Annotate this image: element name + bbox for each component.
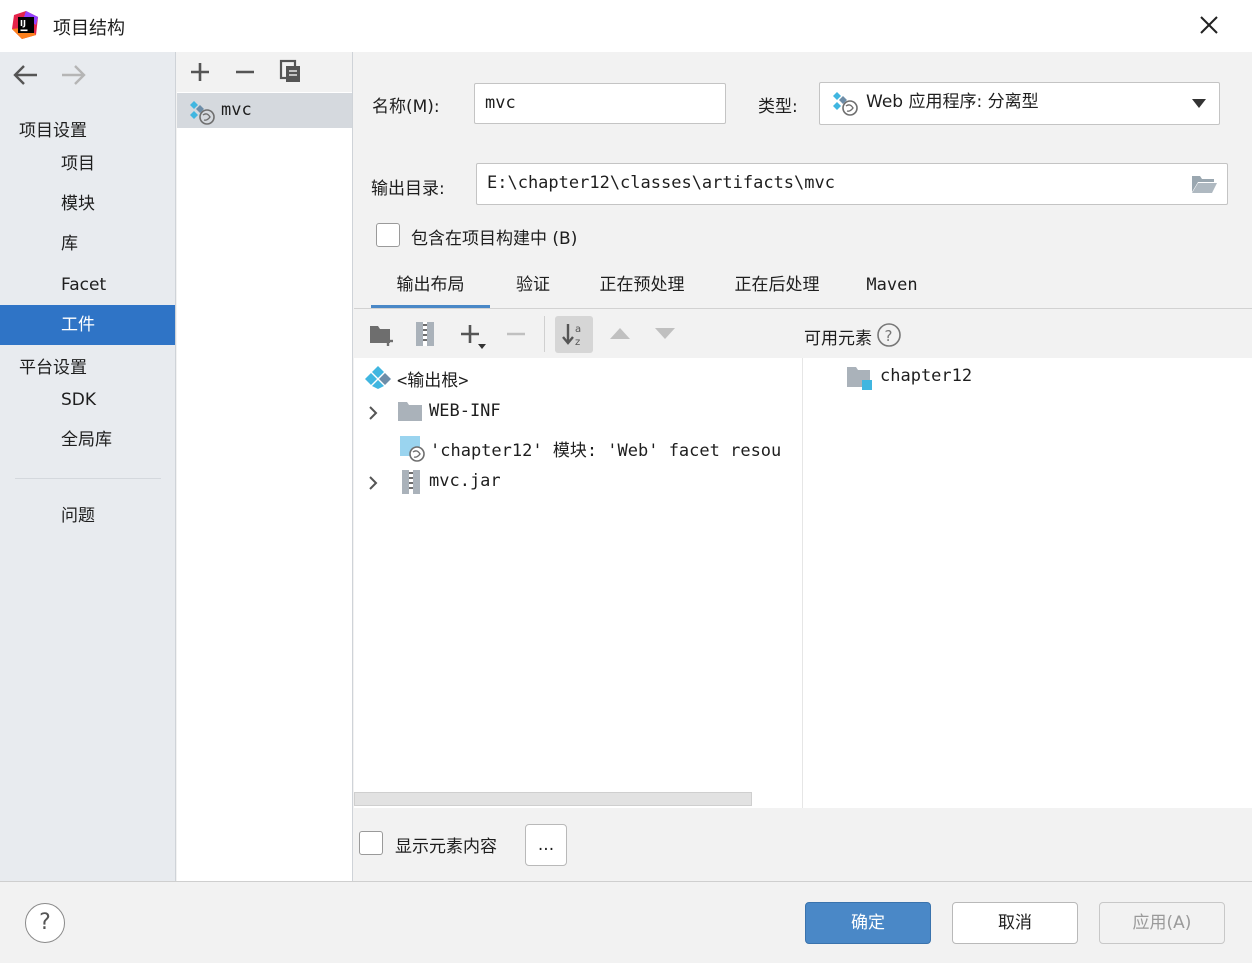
tab-validation[interactable]: 验证 bbox=[504, 265, 562, 309]
artifact-name: mvc bbox=[221, 100, 252, 120]
available-item-module[interactable]: chapter12 bbox=[803, 360, 1252, 395]
intellij-app-icon: IJ bbox=[12, 11, 38, 39]
name-input[interactable]: mvc bbox=[474, 83, 726, 124]
chevron-down-icon bbox=[1192, 99, 1206, 108]
tab-post-processing[interactable]: 正在后处理 bbox=[725, 265, 829, 309]
add-copy-dropdown-icon[interactable] bbox=[458, 322, 490, 352]
close-icon[interactable] bbox=[1192, 8, 1226, 42]
output-root-icon bbox=[365, 366, 391, 389]
artifact-detail-panel: 名称(M): mvc 类型: Web 应用程序: 分离型 输出目录: E:\ch… bbox=[354, 52, 1252, 881]
nav-section-project-settings: 项目设置 bbox=[19, 121, 87, 141]
create-archive-icon[interactable] bbox=[412, 320, 438, 348]
chevron-right-icon[interactable] bbox=[366, 475, 380, 491]
nav-item-global-libraries[interactable]: 全局库 bbox=[0, 420, 175, 460]
artifact-list-panel: mvc bbox=[177, 52, 353, 881]
folder-browse-icon[interactable] bbox=[1190, 172, 1218, 196]
show-content-checkbox[interactable] bbox=[359, 831, 383, 855]
web-artifact-icon bbox=[833, 92, 858, 116]
output-layout-tree: <输出根> WEB-INF 'chapter12' 模块: 'Web' face… bbox=[354, 358, 802, 808]
jar-archive-icon bbox=[402, 470, 420, 494]
tab-output-layout[interactable]: 输出布局 bbox=[371, 265, 490, 309]
sort-alphabetically-button[interactable]: a z bbox=[555, 316, 593, 353]
tree-label: <输出根> bbox=[397, 371, 469, 391]
tree-label: 'chapter12' 模块: 'Web' facet resou bbox=[430, 441, 782, 461]
folder-icon bbox=[398, 402, 422, 421]
nav-separator bbox=[15, 478, 161, 479]
settings-nav: 项目设置 项目 模块 库 Facet 工件 平台设置 SDK 全局库 问题 bbox=[0, 52, 176, 881]
tab-pre-processing[interactable]: 正在预处理 bbox=[590, 265, 694, 309]
add-icon[interactable] bbox=[187, 59, 213, 85]
tree-row-mvc-jar[interactable]: mvc.jar bbox=[354, 465, 802, 500]
nav-item-artifacts[interactable]: 工件 bbox=[0, 305, 175, 345]
move-down-icon[interactable] bbox=[653, 324, 677, 342]
help-button[interactable]: ? bbox=[25, 903, 65, 943]
dialog-button-bar: ? 确定 取消 应用(A) bbox=[0, 881, 1252, 963]
move-up-icon[interactable] bbox=[608, 324, 632, 342]
tree-label: mvc.jar bbox=[429, 471, 501, 491]
show-content-label: 显示元素内容 bbox=[395, 837, 497, 857]
include-in-build-checkbox[interactable] bbox=[376, 223, 400, 247]
svg-text:a: a bbox=[575, 324, 581, 335]
more-options-button[interactable]: ... bbox=[525, 824, 567, 866]
create-directory-icon[interactable] bbox=[368, 323, 396, 347]
type-select-value: Web 应用程序: 分离型 bbox=[866, 92, 1039, 112]
remove-icon[interactable] bbox=[232, 59, 258, 85]
output-dir-label: 输出目录: bbox=[371, 179, 445, 199]
include-in-build-label: 包含在项目构建中 (B) bbox=[411, 229, 578, 249]
artifact-toolbar bbox=[177, 52, 352, 92]
name-label: 名称(M): bbox=[372, 97, 440, 117]
window-title: 项目结构 bbox=[53, 18, 125, 39]
tab-divider bbox=[354, 308, 1252, 309]
nav-item-facets[interactable]: Facet bbox=[0, 265, 175, 305]
title-bar: IJ 项目结构 bbox=[0, 0, 1252, 52]
web-resource-icon bbox=[400, 436, 425, 462]
type-select[interactable]: Web 应用程序: 分离型 bbox=[819, 82, 1220, 125]
type-label: 类型: bbox=[758, 97, 798, 117]
tree-row-web-inf[interactable]: WEB-INF bbox=[354, 395, 802, 430]
available-elements-label: 可用元素 bbox=[804, 329, 872, 349]
nav-item-libraries[interactable]: 库 bbox=[0, 224, 175, 264]
sort-alpha-icon: a z bbox=[562, 324, 581, 348]
module-folder-icon bbox=[847, 367, 872, 390]
back-arrow-icon[interactable] bbox=[11, 62, 41, 88]
toolbar-separator bbox=[544, 316, 545, 352]
apply-button[interactable]: 应用(A) bbox=[1099, 902, 1225, 944]
copy-icon[interactable] bbox=[278, 58, 304, 84]
available-elements-tree: chapter12 bbox=[803, 358, 1252, 808]
web-artifact-icon bbox=[190, 101, 215, 125]
nav-item-problems[interactable]: 问题 bbox=[0, 496, 175, 536]
nav-item-project[interactable]: 项目 bbox=[0, 144, 175, 184]
nav-item-sdks[interactable]: SDK bbox=[0, 380, 175, 420]
tree-label: WEB-INF bbox=[429, 401, 501, 421]
nav-item-modules[interactable]: 模块 bbox=[0, 184, 175, 224]
horizontal-scrollbar[interactable] bbox=[354, 792, 752, 806]
tree-row-module-facet-resources[interactable]: 'chapter12' 模块: 'Web' facet resou bbox=[354, 430, 802, 465]
tree-row-output-root[interactable]: <输出根> bbox=[354, 360, 802, 395]
svg-text:IJ: IJ bbox=[20, 19, 26, 28]
nav-section-platform-settings: 平台设置 bbox=[19, 358, 87, 378]
chevron-right-icon[interactable] bbox=[366, 405, 380, 421]
svg-text:z: z bbox=[575, 337, 580, 348]
remove-element-icon[interactable] bbox=[504, 322, 528, 346]
forward-arrow-icon[interactable] bbox=[58, 62, 88, 88]
available-item-label: chapter12 bbox=[880, 366, 973, 386]
artifact-list-item[interactable]: mvc bbox=[177, 93, 352, 128]
help-question-icon[interactable]: ? bbox=[876, 322, 902, 348]
ok-button[interactable]: 确定 bbox=[805, 902, 931, 944]
svg-text:?: ? bbox=[885, 327, 893, 345]
cancel-button[interactable]: 取消 bbox=[952, 902, 1078, 944]
tab-maven[interactable]: Maven bbox=[857, 265, 927, 309]
output-dir-input[interactable]: E:\chapter12\classes\artifacts\mvc bbox=[476, 163, 1228, 205]
